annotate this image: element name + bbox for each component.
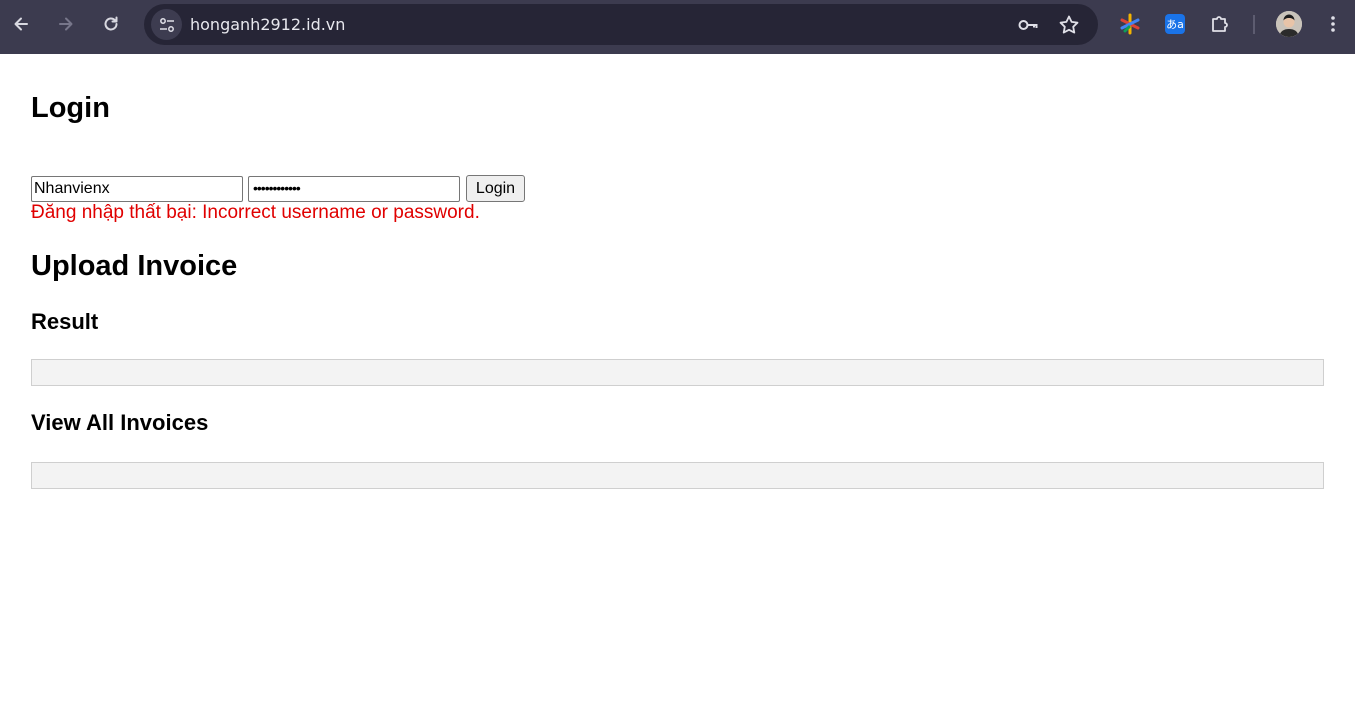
login-error-message: Đăng nhập thất bại: Incorrect username o… bbox=[31, 202, 480, 223]
upload-invoice-heading: Upload Invoice bbox=[31, 250, 238, 282]
key-icon bbox=[1018, 20, 1038, 30]
extensions-button[interactable] bbox=[1208, 12, 1232, 36]
view-invoices-heading: View All Invoices bbox=[31, 410, 209, 435]
toolbar-divider bbox=[1253, 15, 1255, 34]
arrow-right-icon bbox=[59, 17, 73, 31]
invoices-box bbox=[31, 462, 1324, 489]
puzzle-icon bbox=[1212, 16, 1228, 32]
avatar-icon bbox=[1276, 11, 1302, 37]
translate-icon: あa bbox=[1165, 14, 1185, 34]
site-info-button[interactable] bbox=[151, 9, 182, 40]
extension-button[interactable] bbox=[1118, 12, 1142, 36]
password-mask: •••••••••••• bbox=[253, 180, 301, 196]
password-input[interactable]: •••••••••••• bbox=[248, 176, 460, 202]
reload-button[interactable] bbox=[96, 9, 126, 39]
address-bar[interactable]: honganh2912.id.vn bbox=[144, 4, 1098, 45]
result-box bbox=[31, 359, 1324, 386]
password-key-button[interactable] bbox=[1017, 14, 1039, 36]
arrow-left-icon bbox=[14, 17, 28, 31]
browser-menu-button[interactable] bbox=[1321, 12, 1345, 36]
reload-icon bbox=[104, 16, 118, 31]
kebab-menu-icon bbox=[1331, 16, 1335, 32]
profile-avatar[interactable] bbox=[1276, 11, 1302, 37]
back-button[interactable] bbox=[6, 9, 36, 39]
sparkle-icon bbox=[1120, 13, 1140, 35]
forward-button[interactable] bbox=[51, 9, 81, 39]
url-text[interactable]: honganh2912.id.vn bbox=[190, 15, 345, 34]
tune-icon bbox=[159, 17, 174, 32]
star-icon bbox=[1059, 15, 1079, 34]
translate-button[interactable]: あa bbox=[1163, 12, 1187, 36]
browser-toolbar: honganh2912.id.vn あa bbox=[0, 0, 1355, 54]
username-input[interactable] bbox=[31, 176, 243, 202]
login-heading: Login bbox=[31, 92, 110, 124]
bookmark-button[interactable] bbox=[1058, 14, 1080, 36]
result-heading: Result bbox=[31, 309, 99, 334]
login-button[interactable]: Login bbox=[466, 175, 525, 202]
